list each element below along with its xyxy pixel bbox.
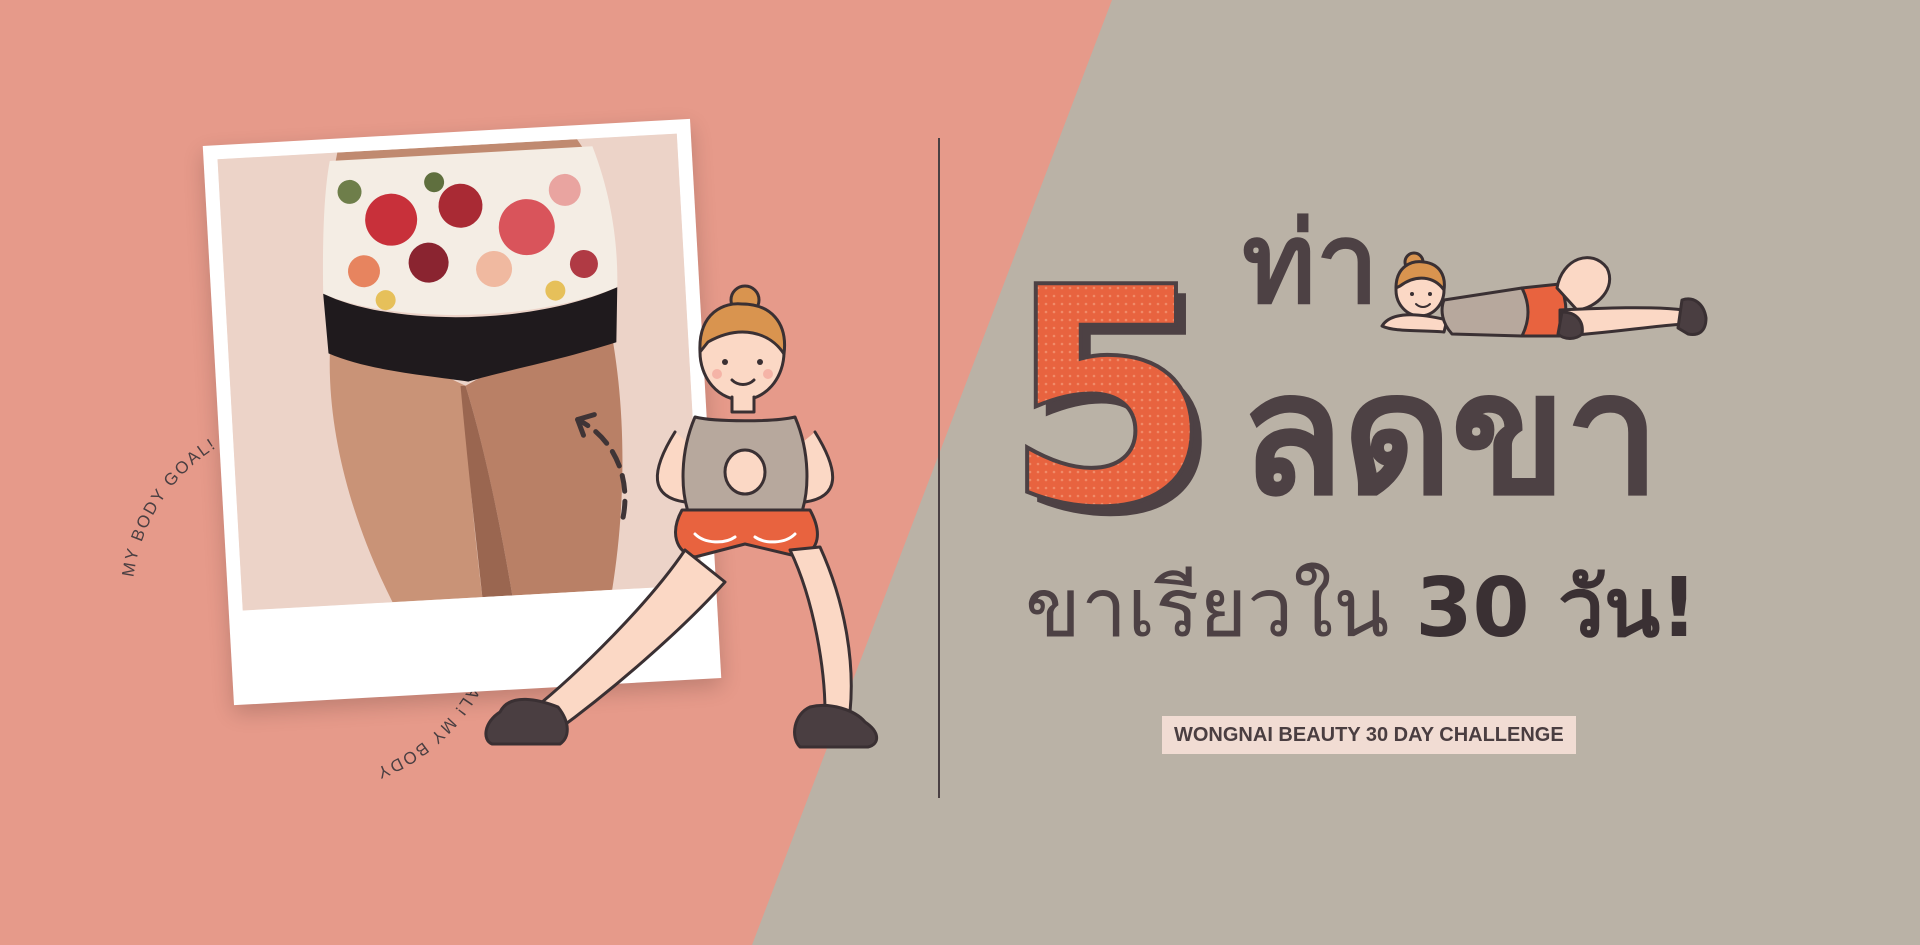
- headline-line-1: ท่า: [1242, 199, 1379, 329]
- banner: MY BODY GOAL! MY BODY GOAL! MY BODY GOAL…: [0, 0, 1920, 945]
- headline-line-2: ลดขา: [1240, 336, 1660, 534]
- challenge-badge: WONGNAI BEAUTY 30 DAY CHALLENGE: [1162, 716, 1576, 754]
- headline-number: 5 5: [1002, 222, 1212, 540]
- lying-woman-illustration: [1380, 251, 1708, 340]
- squatting-woman-illustration: [484, 284, 879, 749]
- subline-bold: 30 วัน!: [1415, 561, 1698, 656]
- vertical-divider: [938, 138, 940, 798]
- subline-regular: ขาเรียวใน: [1025, 561, 1390, 656]
- svg-text:5: 5: [1004, 224, 1212, 540]
- subline: ขาเรียวใน 30 วัน!: [1025, 568, 1698, 650]
